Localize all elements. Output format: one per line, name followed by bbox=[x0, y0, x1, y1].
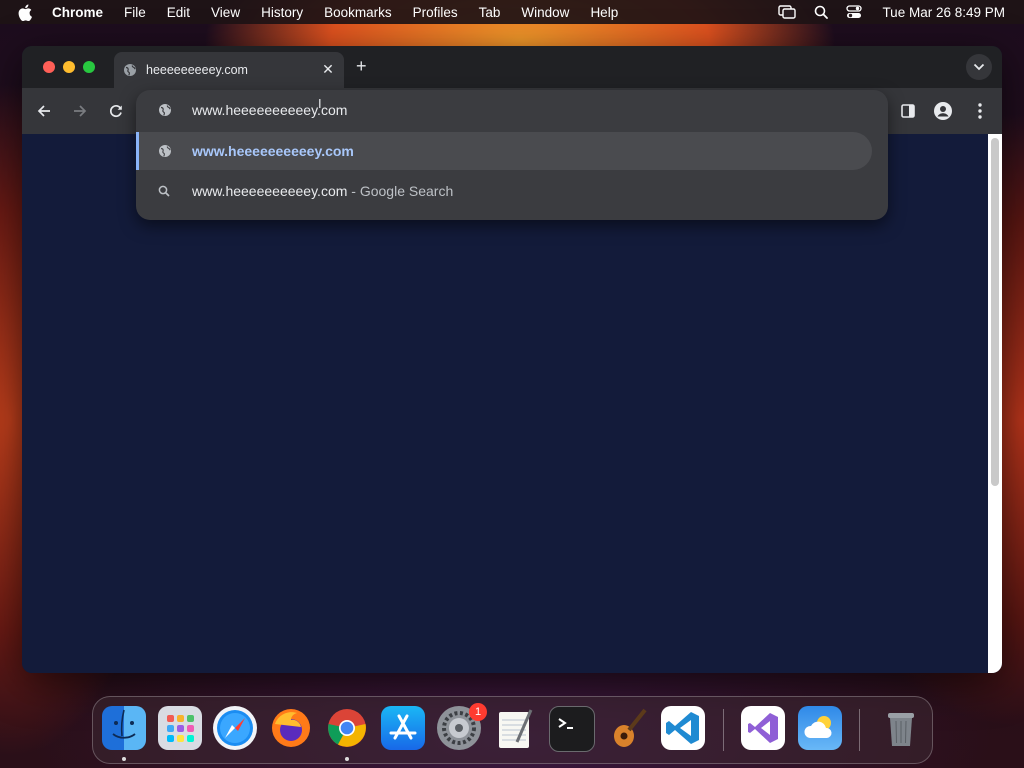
tab-title: heeeeeeeeey.com bbox=[146, 63, 248, 77]
window-controls bbox=[43, 61, 103, 73]
menu-profiles[interactable]: Profiles bbox=[413, 5, 458, 20]
spotlight-search-icon[interactable] bbox=[814, 5, 829, 19]
running-indicator bbox=[345, 757, 349, 761]
scrollbar-thumb[interactable] bbox=[991, 138, 999, 486]
notification-badge: 1 bbox=[469, 703, 487, 721]
reload-icon bbox=[109, 105, 122, 118]
tab-search-button[interactable] bbox=[966, 54, 992, 80]
running-indicator bbox=[122, 757, 126, 761]
chevron-down-icon bbox=[973, 63, 985, 71]
address-bar[interactable]: www.heeeeeeeeeey.com bbox=[136, 90, 888, 130]
minimize-window-button[interactable] bbox=[63, 61, 75, 73]
chrome-menu-button[interactable] bbox=[971, 102, 989, 120]
dock-terminal-icon[interactable] bbox=[549, 706, 595, 752]
dock-firefox-icon[interactable] bbox=[269, 706, 313, 750]
dock-visual-studio-icon[interactable] bbox=[741, 706, 785, 750]
suggestion-search-suffix: - Google Search bbox=[347, 183, 454, 199]
forward-button[interactable] bbox=[71, 102, 89, 120]
back-button[interactable] bbox=[35, 102, 53, 120]
address-bar-input[interactable]: www.heeeeeeeeeey.com bbox=[192, 102, 347, 118]
side-panel-button[interactable] bbox=[899, 102, 917, 120]
new-tab-button[interactable]: + bbox=[356, 57, 367, 75]
kebab-menu-icon bbox=[978, 103, 982, 119]
dock-vscode-icon[interactable] bbox=[661, 706, 705, 750]
dock: 1 bbox=[92, 696, 933, 764]
menu-file[interactable]: File bbox=[124, 5, 146, 20]
suggestion-search[interactable]: www.heeeeeeeeeey.com - Google Search bbox=[136, 172, 872, 210]
tab-active[interactable]: heeeeeeeeey.com ✕ bbox=[114, 52, 344, 88]
dock-separator bbox=[723, 709, 724, 751]
tab-close-icon[interactable]: ✕ bbox=[320, 61, 336, 77]
dock-app-store-icon[interactable] bbox=[381, 706, 425, 750]
suggestion-url-label: www.heeeeeeeeeey.com bbox=[192, 143, 354, 159]
selection-indicator bbox=[136, 132, 139, 170]
side-panel-icon bbox=[901, 104, 915, 118]
dock-launchpad-icon[interactable] bbox=[158, 706, 202, 750]
dock-trash-icon[interactable] bbox=[879, 706, 923, 750]
text-cursor-icon: I bbox=[318, 96, 322, 111]
dock-textedit-icon[interactable] bbox=[493, 706, 537, 750]
globe-icon bbox=[158, 144, 172, 161]
apple-menu-icon[interactable] bbox=[18, 3, 34, 21]
suggestion-search-query: www.heeeeeeeeeey.com bbox=[192, 183, 348, 199]
suggestion-search-text: www.heeeeeeeeeey.com - Google Search bbox=[192, 183, 453, 199]
menu-bar: Chrome File Edit View History Bookmarks … bbox=[0, 0, 1024, 24]
zoom-window-button[interactable] bbox=[83, 61, 95, 73]
dock-weather-icon[interactable] bbox=[798, 706, 842, 750]
menu-tab[interactable]: Tab bbox=[479, 5, 501, 20]
menu-edit[interactable]: Edit bbox=[167, 5, 190, 20]
profile-avatar-icon bbox=[934, 102, 952, 120]
omnibox-dropdown: www.heeeeeeeeeey.com www.heeeeeeeeeey.co… bbox=[136, 90, 888, 220]
back-arrow-icon bbox=[37, 105, 50, 117]
suggestion-url[interactable]: www.heeeeeeeeeey.com bbox=[136, 132, 872, 170]
close-window-button[interactable] bbox=[43, 61, 55, 73]
search-icon bbox=[158, 184, 170, 200]
dock-chrome-icon[interactable] bbox=[325, 706, 369, 750]
dock-separator bbox=[859, 709, 860, 751]
dock-safari-icon[interactable] bbox=[213, 706, 257, 750]
menu-help[interactable]: Help bbox=[590, 5, 618, 20]
menu-window[interactable]: Window bbox=[521, 5, 569, 20]
menu-view[interactable]: View bbox=[211, 5, 240, 20]
menu-bookmarks[interactable]: Bookmarks bbox=[324, 5, 392, 20]
globe-icon bbox=[158, 103, 172, 122]
globe-icon bbox=[123, 63, 137, 80]
menu-clock[interactable]: Tue Mar 26 8:49 PM bbox=[882, 5, 1005, 20]
menu-history[interactable]: History bbox=[261, 5, 303, 20]
control-center-icon[interactable] bbox=[846, 5, 863, 19]
dock-finder-icon[interactable] bbox=[102, 706, 146, 750]
screen-mirroring-icon[interactable] bbox=[778, 5, 797, 19]
forward-arrow-icon bbox=[74, 105, 87, 117]
menu-app-name[interactable]: Chrome bbox=[52, 5, 103, 20]
reload-button[interactable] bbox=[107, 102, 125, 120]
tab-strip: heeeeeeeeey.com ✕ + bbox=[22, 46, 1002, 88]
profile-button[interactable] bbox=[934, 102, 952, 120]
dock-garageband-icon[interactable] bbox=[605, 706, 649, 750]
